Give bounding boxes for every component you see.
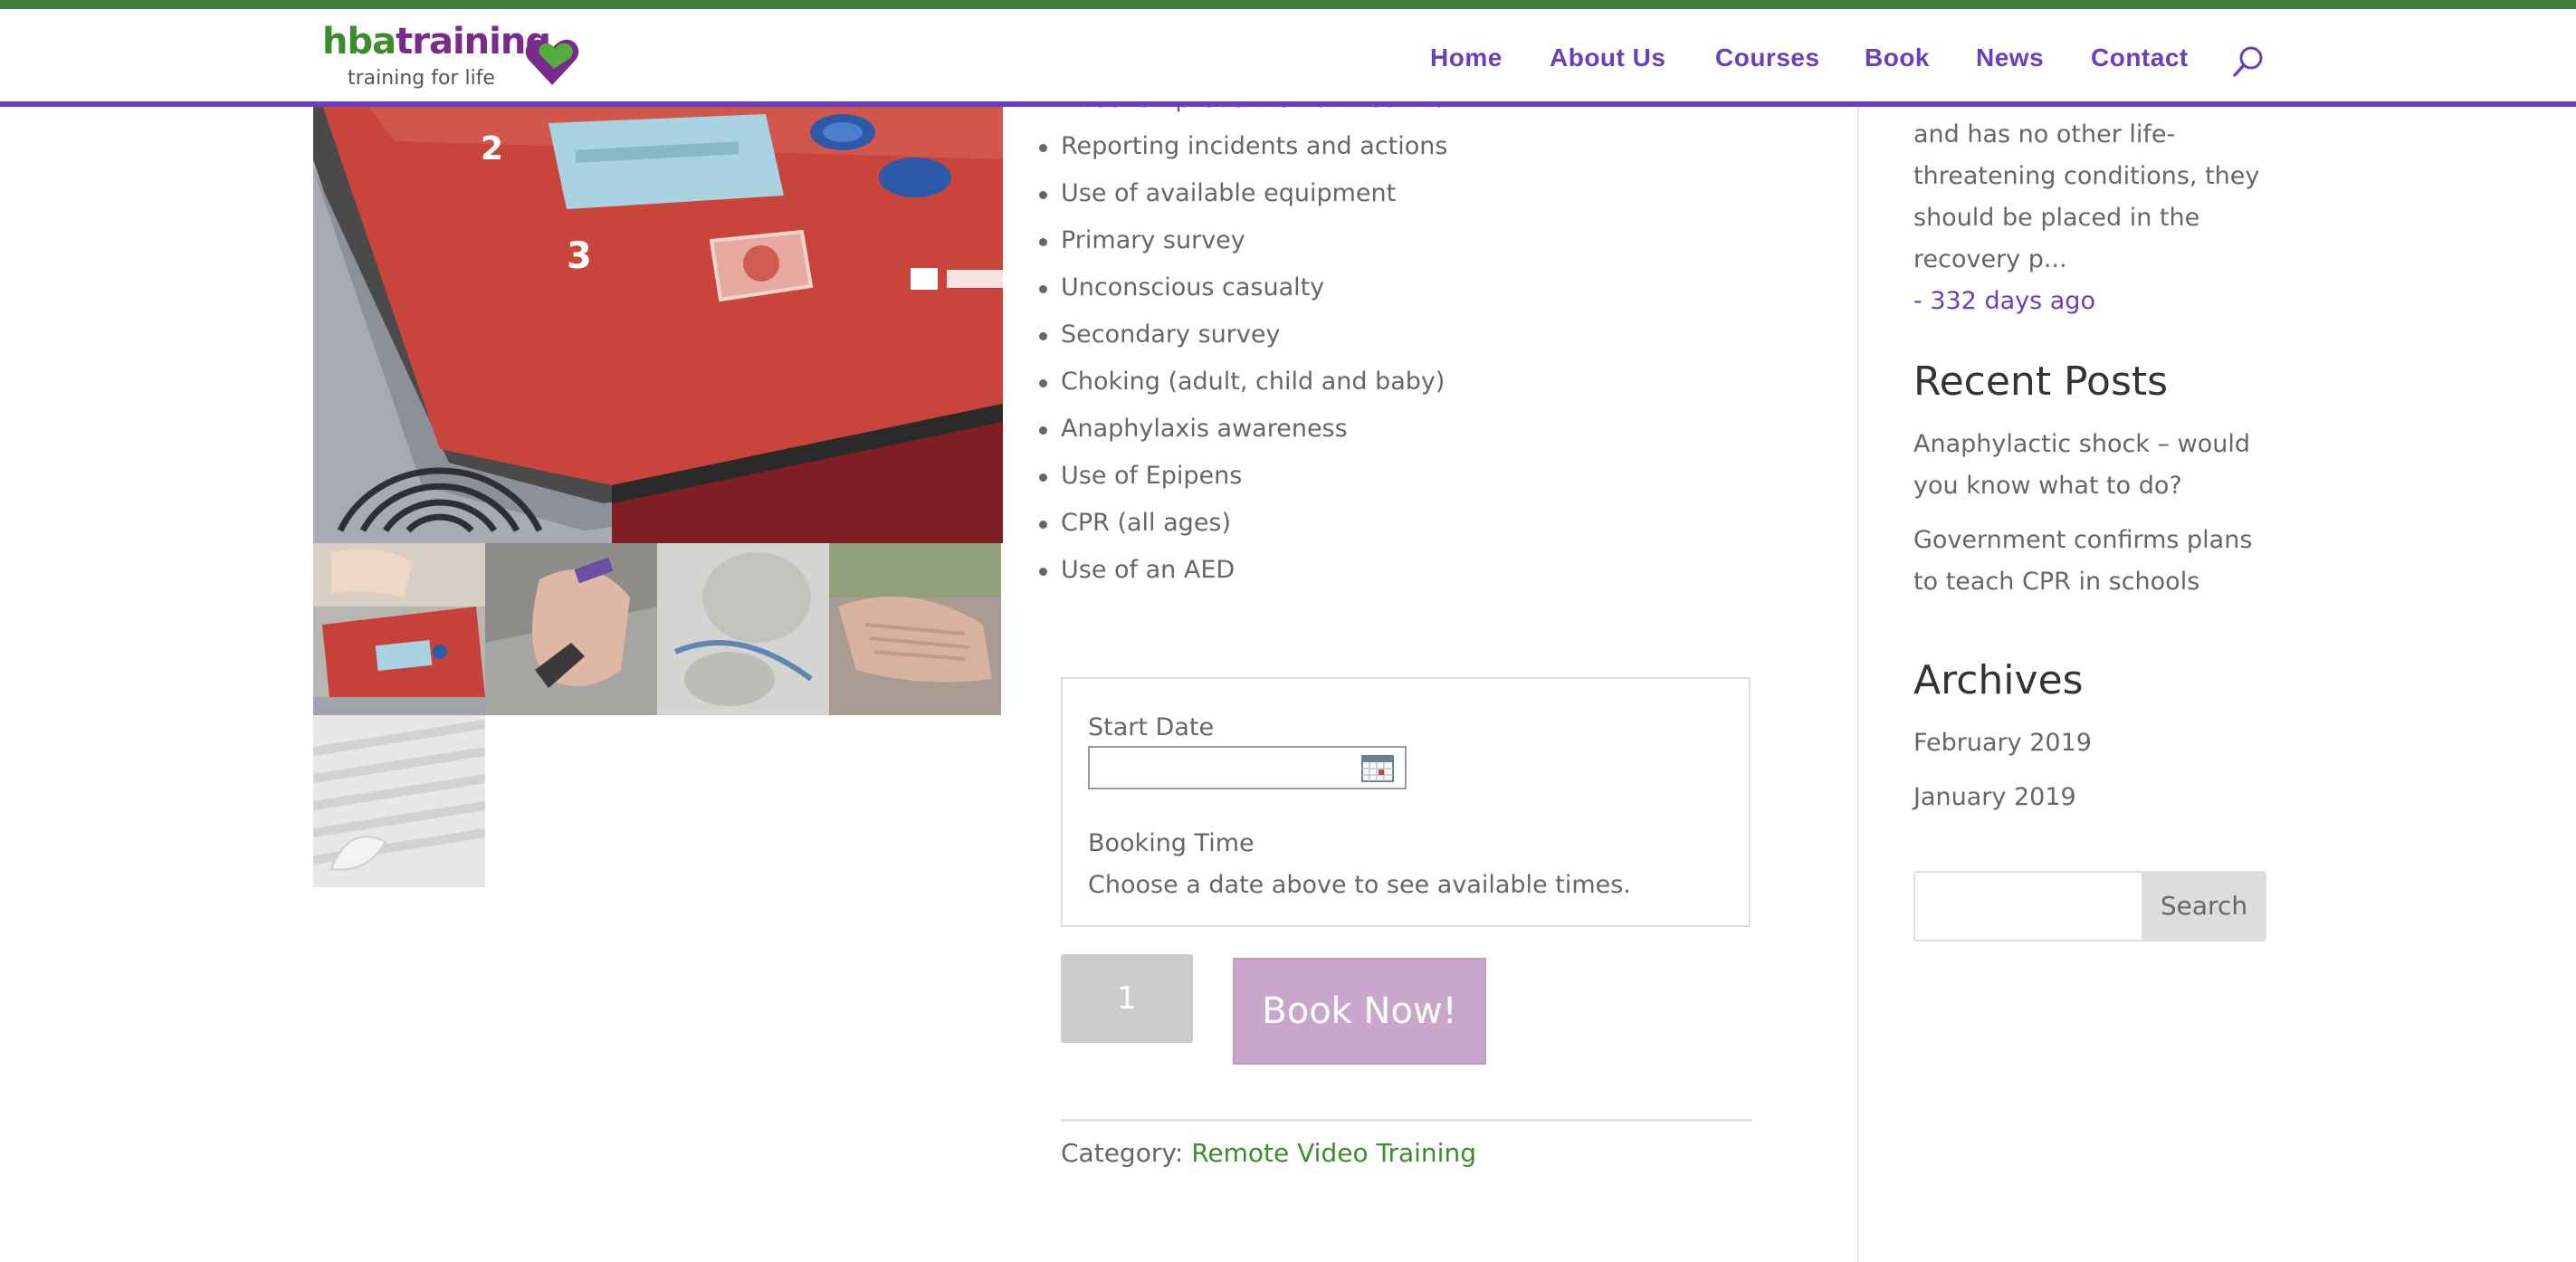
list-item: Choking (adult, child and baby): [1038, 364, 1445, 400]
recent-post-link[interactable]: to teach CPR in schools: [1913, 561, 2199, 603]
sidebar-excerpt-age[interactable]: - 332 days ago: [1913, 281, 2095, 322]
search-icon[interactable]: [2230, 43, 2266, 80]
booking-form: Start Date Booking Time Choose a date ab…: [1061, 677, 1751, 927]
start-date-label: Start Date: [1088, 713, 1215, 741]
recent-post-link[interactable]: Government confirms plans: [1913, 520, 2252, 561]
nav-home[interactable]: Home: [1430, 36, 1503, 80]
nav-contact[interactable]: Contact: [2091, 36, 2189, 80]
thumbnail-manikin[interactable]: [657, 543, 829, 715]
thumbnail-manikin-image: [657, 543, 829, 715]
thumbnail-bandage[interactable]: [313, 715, 485, 887]
site-header: hbatraining training for life Home About…: [0, 9, 2576, 107]
archive-link-february-2019[interactable]: February 2019: [1913, 722, 2092, 764]
category-link[interactable]: Remote Video Training: [1191, 1138, 1476, 1168]
quantity-field[interactable]: 1: [1061, 954, 1193, 1043]
recent-posts-heading: Recent Posts: [1913, 359, 2169, 405]
sidebar-excerpt-line: threatening conditions, they: [1913, 162, 2260, 190]
svg-text:3: 3: [567, 235, 592, 277]
thumbnail-epipen[interactable]: [485, 543, 657, 715]
thumbnail-cpr-hands[interactable]: [829, 543, 1001, 715]
list-item: Unconscious casualty: [1038, 270, 1324, 306]
aed-device-image: 2 3: [313, 105, 1003, 543]
archives-heading: Archives: [1913, 657, 2084, 703]
thumbnail-aed[interactable]: [313, 543, 485, 715]
svg-text:2: 2: [481, 130, 503, 167]
sidebar-divider: [1857, 105, 1859, 1262]
list-item: Use of an AED: [1038, 552, 1235, 588]
thumbnail-bandage-image: [313, 715, 485, 887]
recent-post-link[interactable]: Anaphylactic shock – would: [1913, 424, 2250, 465]
top-accent-bar: [0, 0, 2576, 9]
list-item: CPR (all ages): [1038, 505, 1231, 541]
sidebar-excerpt-line: recovery p...: [1913, 245, 2067, 273]
booking-time-hint: Choose a date above to see available tim…: [1088, 871, 1631, 899]
thumbnail-aed-image: [313, 543, 485, 715]
list-item: Reporting incidents and actions: [1038, 129, 1447, 165]
product-category: Category: Remote Video Training: [1061, 1135, 1476, 1171]
nav-courses[interactable]: Courses: [1715, 36, 1820, 80]
list-item: Use of Epipens: [1038, 458, 1242, 494]
main-nav: Home About Us Courses Book News Contact: [0, 36, 2576, 81]
calendar-icon[interactable]: [1361, 753, 1394, 782]
thumbnail-cpr-hands-image: [829, 543, 1001, 715]
sidebar-search-input[interactable]: [1913, 871, 2142, 942]
nav-book[interactable]: Book: [1865, 36, 1930, 80]
category-label: Category:: [1061, 1138, 1184, 1168]
thumbnail-epipen-image: [485, 543, 657, 715]
list-item: Anaphylaxis awareness: [1039, 411, 1348, 447]
sidebar-excerpt-line: and has no other life-: [1913, 120, 2176, 148]
start-date-field[interactable]: [1088, 746, 1407, 789]
booking-time-label: Booking Time: [1088, 829, 1255, 857]
nav-news[interactable]: News: [1976, 36, 2044, 80]
divider: [1061, 1119, 1752, 1122]
sidebar-excerpt-line: should be placed in the: [1913, 204, 2200, 232]
list-item: Secondary survey: [1038, 317, 1280, 353]
recent-post-link[interactable]: you know what to do?: [1913, 465, 2182, 507]
archive-link-january-2019[interactable]: January 2019: [1913, 777, 2076, 818]
sidebar-search-button[interactable]: Search: [2142, 871, 2266, 942]
main-product-image[interactable]: 2 3: [313, 105, 1003, 543]
nav-about-us[interactable]: About Us: [1550, 36, 1665, 80]
list-item: Primary survey: [1039, 223, 1245, 259]
list-item: Use of available equipment: [1038, 176, 1396, 212]
book-now-button[interactable]: Book Now!: [1233, 958, 1486, 1065]
